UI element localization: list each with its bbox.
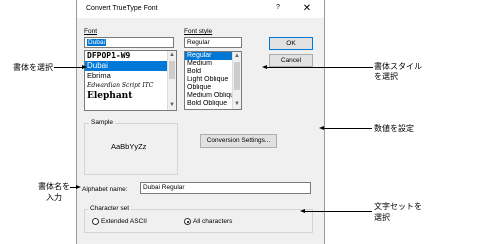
font-list-item[interactable]: Edwardian Script ITC xyxy=(85,81,176,91)
style-scrollbar[interactable]: ▲ ▼ xyxy=(232,52,241,109)
title-bar: Convert TrueType Font ? ✕ xyxy=(77,0,324,18)
conversion-settings-button[interactable]: Conversion Settings... xyxy=(200,134,277,148)
alphabet-name-input[interactable]: Dubai Regular xyxy=(140,182,311,194)
all-characters-label[interactable]: All characters xyxy=(193,218,232,225)
sample-group: Sample AaBbYyZz xyxy=(84,119,178,175)
extended-ascii-label[interactable]: Extended ASCII xyxy=(101,218,147,225)
scroll-up-icon[interactable]: ▲ xyxy=(233,52,241,60)
callout-line xyxy=(324,128,372,129)
callout-charset-2: 選択 xyxy=(374,213,390,222)
all-characters-radio[interactable] xyxy=(184,218,191,225)
callout-line xyxy=(54,67,82,68)
sample-text: AaBbYyZz xyxy=(111,142,147,151)
extended-ascii-radio[interactable] xyxy=(92,218,99,225)
help-button[interactable]: ? xyxy=(272,4,284,14)
font-scroll-thumb[interactable] xyxy=(169,61,175,79)
style-scroll-thumb[interactable] xyxy=(234,62,240,90)
font-list-item[interactable]: DFPOP1-W9 xyxy=(85,51,176,61)
convert-truetype-font-dialog: Convert TrueType Font ? ✕ Font Dubai DFP… xyxy=(76,0,325,244)
arrow-right-icon xyxy=(82,64,87,69)
scroll-down-icon[interactable]: ▼ xyxy=(168,101,176,109)
font-style-listbox[interactable]: Regular Medium Bold Light Oblique Obliqu… xyxy=(184,51,242,110)
dialog-title: Convert TrueType Font xyxy=(86,5,158,12)
font-style-label: Font style xyxy=(184,28,213,35)
character-set-label: Character set xyxy=(88,205,132,212)
font-list-item[interactable]: Elephant xyxy=(85,91,176,101)
callout-set-values: 数値を設定 xyxy=(374,124,414,133)
callout-line xyxy=(305,211,372,212)
callout-font-name-1: 書体名を xyxy=(38,182,70,191)
callout-font-name-2: 入力 xyxy=(46,193,62,202)
arrow-right-icon xyxy=(76,184,81,189)
callout-select-style-2: を選択 xyxy=(374,72,398,81)
alphabet-name-label: Alphabet name: xyxy=(82,186,128,193)
character-set-group: Character set Extended ASCII All charact… xyxy=(84,205,313,233)
callout-charset-1: 文字セットを xyxy=(374,202,422,211)
scroll-up-icon[interactable]: ▲ xyxy=(168,51,176,59)
sample-label: Sample xyxy=(89,119,116,126)
font-list-item[interactable]: Ebrima xyxy=(85,71,176,81)
font-listbox[interactable]: DFPOP1-W9 Dubai Ebrima Edwardian Script … xyxy=(84,50,177,111)
font-scrollbar[interactable]: ▲ ▼ xyxy=(167,51,176,110)
font-list-item[interactable]: Dubai xyxy=(85,61,176,71)
scroll-down-icon[interactable]: ▼ xyxy=(233,100,241,108)
font-style-input[interactable]: Regular xyxy=(184,37,242,48)
close-icon[interactable]: ✕ xyxy=(300,3,314,14)
callout-line xyxy=(267,67,373,68)
callout-select-font: 書体を選択 xyxy=(13,63,53,72)
font-input[interactable]: Dubai xyxy=(84,37,174,48)
ok-button[interactable]: OK xyxy=(269,37,313,50)
cancel-button[interactable]: Cancel xyxy=(269,54,313,67)
font-label: Font xyxy=(84,28,98,35)
font-input-value: Dubai xyxy=(87,39,106,46)
